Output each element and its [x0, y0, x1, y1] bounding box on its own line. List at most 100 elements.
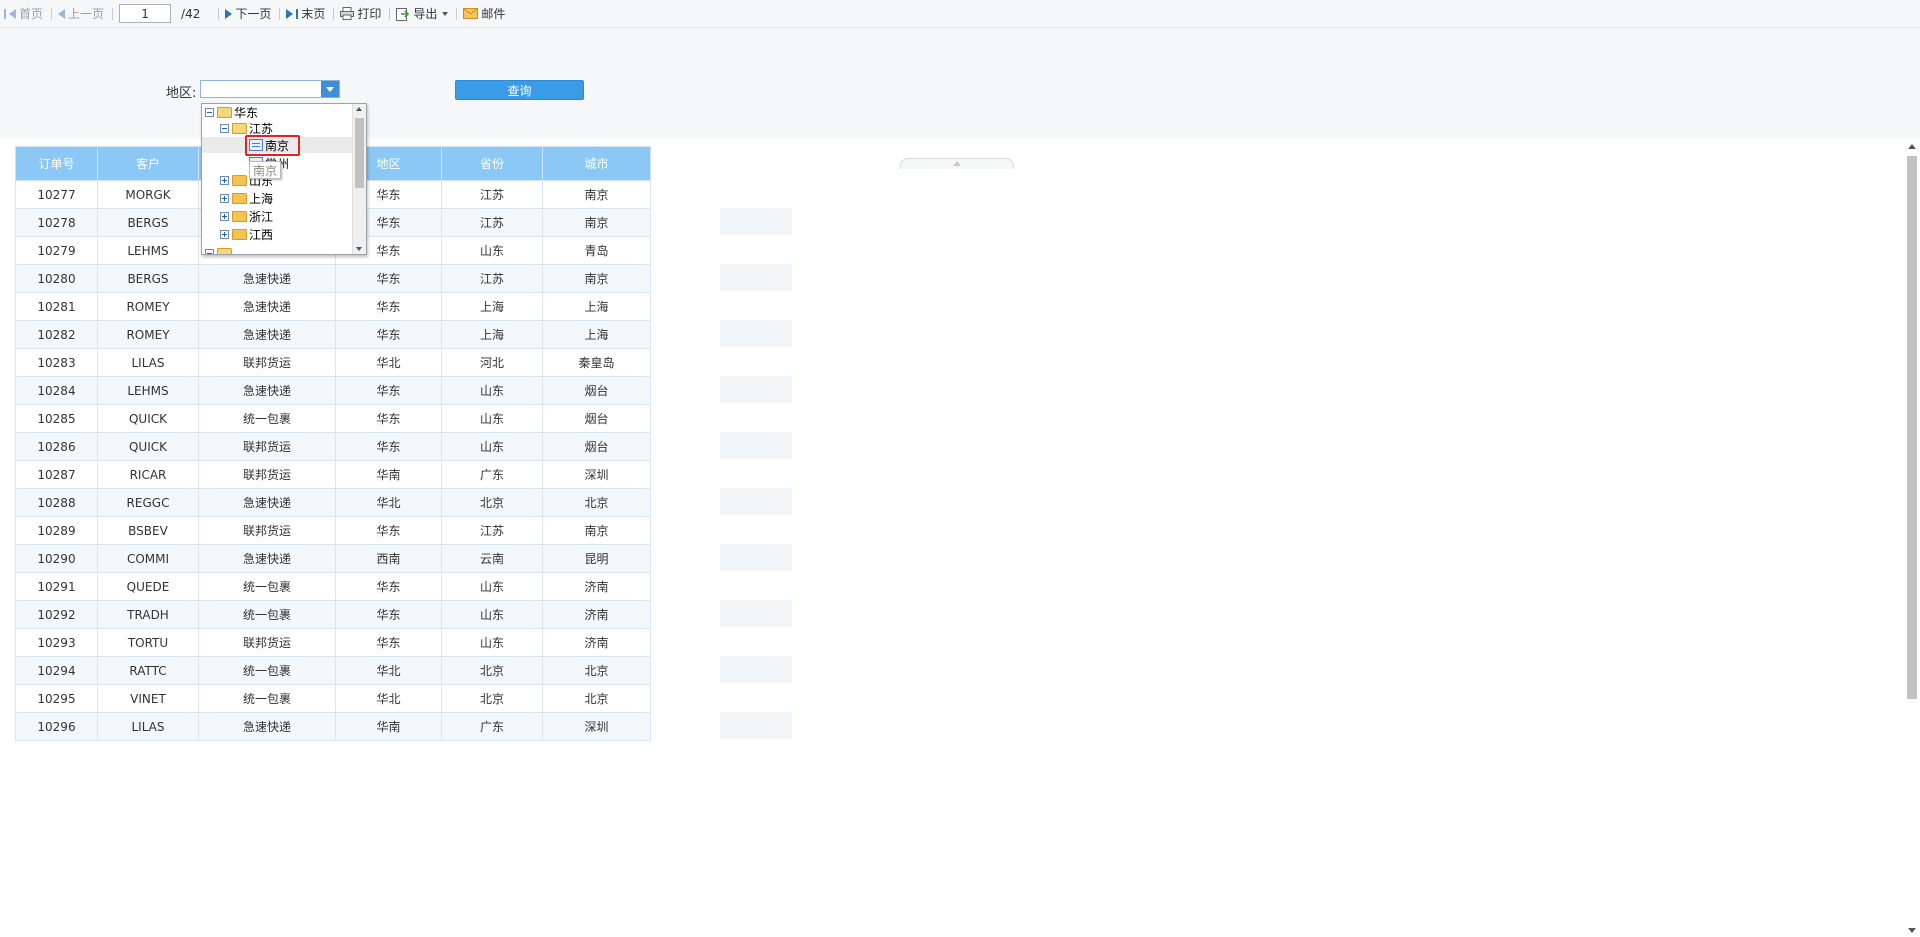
- customer-cell: BSBEV: [97, 516, 199, 545]
- shipper-cell: 联邦货运: [198, 432, 336, 461]
- customer-cell: QUICK: [97, 432, 199, 461]
- prev-page-icon: [58, 8, 66, 19]
- city-cell: 南京: [542, 264, 651, 293]
- table-row[interactable]: 10294 RATTC 统一包裹 华北 北京 北京: [15, 656, 651, 685]
- page-scrollbar[interactable]: [1905, 140, 1918, 937]
- tree-node-huadong[interactable]: 华东: [205, 104, 258, 120]
- order-id-cell: 10287: [15, 460, 98, 489]
- export-button[interactable]: 导出: [396, 5, 449, 22]
- region-tree-dropdown: 华东 江苏 南京 常州 山东 南京 上海 浙江 江西: [201, 103, 367, 255]
- region-cell: 华南: [335, 712, 442, 741]
- collapse-icon: [205, 248, 214, 254]
- table-row[interactable]: 10287 RICAR 联邦货运 华南 广东 深圳: [15, 460, 651, 489]
- shipper-cell: 急速快递: [198, 264, 336, 293]
- column-header-order-id[interactable]: 订单号: [15, 146, 98, 181]
- scrollbar-thumb[interactable]: [355, 118, 364, 188]
- first-page-button[interactable]: 首页: [4, 5, 43, 22]
- scroll-up-icon[interactable]: [1908, 144, 1916, 149]
- toolbar-divider: [389, 7, 391, 20]
- collapse-icon[interactable]: [220, 123, 229, 133]
- customer-cell: TRADH: [97, 600, 199, 629]
- table-row[interactable]: 10283 LILAS 联邦货运 华北 河北 秦皇岛: [15, 348, 651, 377]
- city-cell: 北京: [542, 684, 651, 713]
- table-row[interactable]: 10291 QUEDE 统一包裹 华东 山东 济南: [15, 572, 651, 601]
- expand-icon[interactable]: [220, 175, 229, 185]
- scrollbar-thumb[interactable]: [1907, 156, 1917, 699]
- shipper-cell: 统一包裹: [198, 656, 336, 685]
- empty-cell: [720, 376, 792, 403]
- province-cell: 山东: [441, 404, 543, 433]
- order-id-cell: 10286: [15, 432, 98, 461]
- region-input[interactable]: [201, 81, 321, 97]
- toolbar-divider: [333, 7, 335, 20]
- tree-node-zhejiang[interactable]: 浙江: [220, 208, 273, 224]
- column-header-customer[interactable]: 客户: [97, 146, 199, 181]
- collapse-icon[interactable]: [205, 107, 214, 117]
- order-id-cell: 10294: [15, 656, 98, 685]
- province-cell: 上海: [441, 292, 543, 321]
- toolbar-divider: [456, 7, 458, 20]
- city-cell: 济南: [542, 628, 651, 657]
- table-row[interactable]: 10280 BERGS 急速快递 华东 江苏 南京: [15, 264, 651, 293]
- table-row[interactable]: 10285 QUICK 统一包裹 华东 山东 烟台: [15, 404, 651, 433]
- collapse-panel-toggle[interactable]: [900, 158, 1014, 169]
- table-row[interactable]: 10282 ROMEY 急速快递 华东 上海 上海: [15, 320, 651, 349]
- dropdown-arrow-icon[interactable]: [321, 81, 339, 97]
- table-row[interactable]: 10288 REGGC 急速快递 华北 北京 北京: [15, 488, 651, 517]
- tree-node-jiangxi[interactable]: 江西: [220, 226, 273, 242]
- scroll-up-icon[interactable]: [356, 107, 362, 111]
- province-cell: 广东: [441, 712, 543, 741]
- column-header-province[interactable]: 省份: [441, 146, 543, 181]
- empty-cell: [720, 208, 792, 235]
- table-row[interactable]: 10295 VINET 统一包裹 华北 北京 北京: [15, 684, 651, 713]
- order-id-cell: 10288: [15, 488, 98, 517]
- city-cell: 烟台: [542, 404, 651, 433]
- province-cell: 山东: [441, 628, 543, 657]
- region-combobox[interactable]: [200, 80, 340, 98]
- tree-node-jiangsu[interactable]: 江苏: [220, 120, 273, 136]
- empty-cell: [720, 656, 792, 683]
- region-cell: 华东: [335, 516, 442, 545]
- folder-icon: [232, 174, 247, 186]
- expand-icon[interactable]: [220, 211, 229, 221]
- table-row[interactable]: 10281 ROMEY 急速快递 华东 上海 上海: [15, 292, 651, 321]
- scroll-down-icon[interactable]: [356, 247, 362, 251]
- mail-button[interactable]: 邮件: [463, 5, 505, 22]
- customer-cell: QUICK: [97, 404, 199, 433]
- query-button[interactable]: 查询: [455, 80, 584, 100]
- table-row[interactable]: 10286 QUICK 联邦货运 华东 山东 烟台: [15, 432, 651, 461]
- tree-scrollbar[interactable]: [352, 104, 366, 254]
- empty-cell: [720, 432, 792, 459]
- order-id-cell: 10291: [15, 572, 98, 601]
- city-cell: 烟台: [542, 432, 651, 461]
- table-row[interactable]: 10292 TRADH 统一包裹 华东 山东 济南: [15, 600, 651, 629]
- empty-cell: [720, 544, 792, 571]
- province-cell: 山东: [441, 376, 543, 405]
- shipper-cell: 急速快递: [198, 712, 336, 741]
- province-cell: 北京: [441, 488, 543, 517]
- customer-cell: RATTC: [97, 656, 199, 685]
- table-row[interactable]: 10296 LILAS 急速快递 华南 广东 深圳: [15, 712, 651, 741]
- page-number-input[interactable]: [119, 4, 172, 23]
- prev-page-button[interactable]: 上一页: [58, 5, 104, 22]
- order-id-cell: 10296: [15, 712, 98, 741]
- table-row[interactable]: 10289 BSBEV 联邦货运 华东 江苏 南京: [15, 516, 651, 545]
- tree-node-shanghai[interactable]: 上海: [220, 190, 273, 206]
- last-page-button[interactable]: 末页: [286, 5, 325, 22]
- table-row[interactable]: 10284 LEHMS 急速快递 华东 山东 烟台: [15, 376, 651, 405]
- province-cell: 北京: [441, 656, 543, 685]
- table-row[interactable]: 10290 COMMI 急速快递 西南 云南 昆明: [15, 544, 651, 573]
- expand-icon[interactable]: [220, 193, 229, 203]
- expand-icon[interactable]: [220, 229, 229, 239]
- column-header-city[interactable]: 城市: [542, 146, 651, 181]
- scroll-down-icon[interactable]: [1908, 928, 1916, 933]
- customer-cell: MORGK: [97, 180, 199, 209]
- order-id-cell: 10280: [15, 264, 98, 293]
- province-cell: 江苏: [441, 208, 543, 237]
- table-row[interactable]: 10293 TORTU 联邦货运 华东 山东 济南: [15, 628, 651, 657]
- print-button[interactable]: 打印: [340, 5, 381, 22]
- report-toolbar: 首页 上一页 /42 下一页 末页 打印 导出: [0, 0, 1920, 28]
- region-cell: 华北: [335, 488, 442, 517]
- next-page-button[interactable]: 下一页: [225, 5, 271, 22]
- city-cell: 北京: [542, 656, 651, 685]
